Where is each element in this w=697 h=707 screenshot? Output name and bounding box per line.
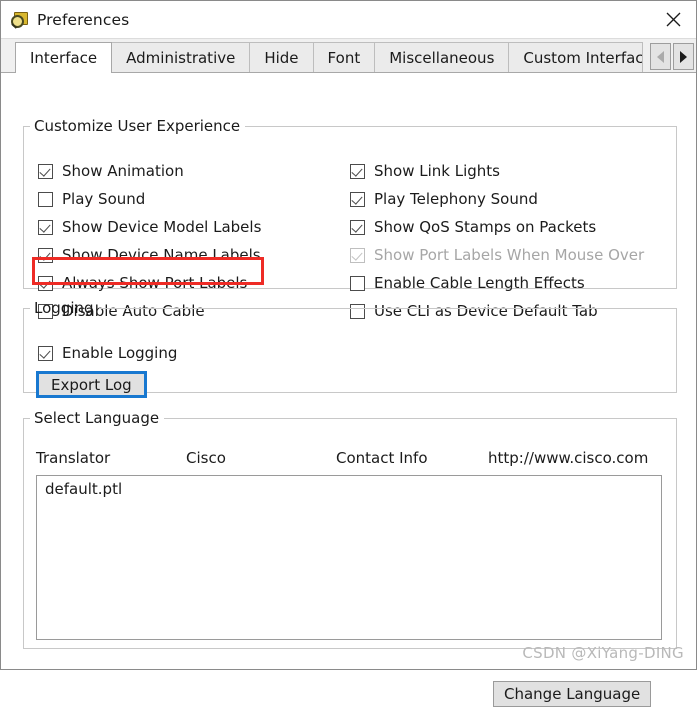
title-bar: Preferences — [1, 1, 696, 39]
watermark-text: CSDN @XiYang-DING — [522, 644, 684, 662]
tab-scroll-left-button[interactable] — [650, 43, 671, 70]
tab-strip: Interface Administrative Hide Font Misce… — [1, 39, 696, 73]
checkbox-label: Show Animation — [62, 162, 184, 180]
checkbox-play-telephony-sound[interactable]: Play Telephony Sound — [350, 185, 644, 213]
checkbox-label: Show QoS Stamps on Packets — [374, 218, 597, 236]
header-contact-info: Contact Info — [336, 449, 428, 467]
tab-font[interactable]: Font — [312, 42, 376, 72]
checkbox-label: Show Device Name Labels — [62, 246, 261, 264]
list-item[interactable]: default.ptl — [37, 476, 661, 498]
header-translator: Translator — [36, 449, 111, 467]
language-group-legend: Select Language — [34, 409, 160, 427]
tab-custom-interface-label: Custom Interface — [523, 49, 644, 67]
checkbox-enable-logging[interactable]: Enable Logging — [38, 339, 177, 367]
tab-administrative[interactable]: Administrative — [111, 42, 251, 72]
checkbox-show-device-model-labels[interactable]: Show Device Model Labels — [38, 213, 261, 241]
checkbox-label: Show Port Labels When Mouse Over — [374, 246, 645, 264]
interface-tab-panel: Customize User Experience Show Animation… — [1, 73, 696, 707]
tab-miscellaneous[interactable]: Miscellaneous — [374, 42, 510, 72]
chevron-left-icon — [657, 50, 664, 63]
checkbox-icon — [38, 275, 53, 291]
checkbox-label: Always Show Port Labels — [62, 274, 248, 292]
checkbox-icon — [350, 163, 365, 179]
tab-custom-interface[interactable]: Custom Interface — [508, 42, 644, 72]
tab-scroll-right-button[interactable] — [673, 43, 694, 70]
checkbox-show-link-lights[interactable]: Show Link Lights — [350, 157, 644, 185]
checkbox-show-device-name-labels[interactable]: Show Device Name Labels — [38, 241, 261, 269]
tab-hide[interactable]: Hide — [249, 42, 314, 72]
change-language-button[interactable]: Change Language — [493, 681, 652, 707]
tab-miscellaneous-label: Miscellaneous — [389, 49, 495, 67]
checkbox-icon — [350, 247, 365, 263]
window-title: Preferences — [37, 10, 130, 29]
checkbox-icon — [38, 163, 53, 179]
logging-group-legend: Logging — [34, 299, 94, 317]
tab-font-label: Font — [327, 49, 361, 67]
preferences-window: Preferences Interface Administrative Hid… — [0, 0, 697, 707]
checkbox-label: Play Sound — [62, 190, 146, 208]
chevron-right-icon — [680, 50, 687, 63]
header-cisco-url: http://www.cisco.com — [488, 449, 649, 467]
checkbox-icon — [38, 219, 53, 235]
language-table-header: Translator Cisco Contact Info http://www… — [36, 449, 666, 467]
tab-interface-label: Interface — [30, 49, 98, 67]
header-cisco: Cisco — [186, 449, 226, 467]
preferences-magnifier-icon — [11, 11, 29, 29]
customize-group-legend: Customize User Experience — [34, 117, 241, 135]
checkbox-label: Show Device Model Labels — [62, 218, 262, 236]
tab-scroll-controls — [648, 43, 694, 70]
language-list-box[interactable]: default.ptl — [36, 475, 662, 640]
checkbox-enable-cable-length-effects[interactable]: Enable Cable Length Effects — [350, 269, 644, 297]
checkbox-icon — [350, 275, 365, 291]
checkbox-label: Show Link Lights — [374, 162, 500, 180]
tab-hide-label: Hide — [264, 49, 299, 67]
checkbox-show-qos-stamps-on-packets[interactable]: Show QoS Stamps on Packets — [350, 213, 644, 241]
export-log-button[interactable]: Export Log — [36, 371, 147, 398]
checkbox-icon — [38, 247, 53, 263]
logging-group: Logging Enable Logging Export Log — [23, 299, 677, 398]
checkbox-always-show-port-labels[interactable]: Always Show Port Labels — [38, 269, 261, 297]
checkbox-show-port-labels-when-mouse-over: Show Port Labels When Mouse Over — [350, 241, 644, 269]
close-icon[interactable] — [650, 1, 696, 38]
select-language-group: Select Language Translator Cisco Contact… — [23, 409, 677, 649]
tab-administrative-label: Administrative — [126, 49, 236, 67]
customize-user-experience-group: Customize User Experience Show Animation… — [23, 117, 677, 320]
checkbox-icon — [350, 219, 365, 235]
checkbox-label: Enable Logging — [62, 344, 178, 362]
tab-interface[interactable]: Interface — [15, 42, 113, 73]
checkbox-label: Play Telephony Sound — [374, 190, 538, 208]
checkbox-icon — [38, 345, 53, 361]
checkbox-label: Enable Cable Length Effects — [374, 274, 585, 292]
checkbox-show-animation[interactable]: Show Animation — [38, 157, 261, 185]
checkbox-icon — [350, 191, 365, 207]
checkbox-play-sound[interactable]: Play Sound — [38, 185, 261, 213]
checkbox-icon — [38, 191, 53, 207]
